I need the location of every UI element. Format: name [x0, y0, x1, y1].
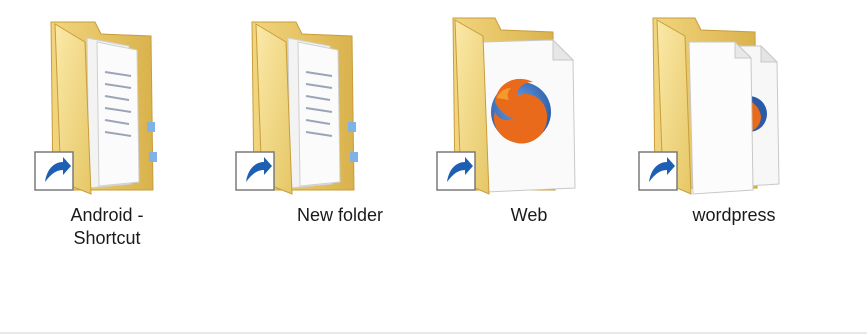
- folder-item-android[interactable]: Android - Shortcut: [25, 12, 215, 262]
- item-label[interactable]: Android - Shortcut: [12, 204, 202, 250]
- folder-pages-shortcut-icon: [638, 17, 780, 195]
- folder-documents-shortcut-icon: [34, 21, 157, 195]
- item-label[interactable]: New folder: [245, 204, 435, 227]
- folder-documents-shortcut-icon: [235, 21, 358, 195]
- file-list-pane: Android - Shortcut New folder Web wordpr…: [0, 0, 867, 334]
- folder-item-web[interactable]: Web: [425, 12, 615, 262]
- item-label[interactable]: wordpress: [639, 204, 829, 227]
- folder-item-new-folder[interactable]: New folder: [226, 12, 416, 262]
- item-label[interactable]: Web: [434, 204, 624, 227]
- shortcut-arrow-icon: [34, 151, 74, 191]
- shortcut-arrow-icon: [638, 151, 678, 191]
- shortcut-arrow-icon: [436, 151, 476, 191]
- folder-item-wordpress[interactable]: wordpress: [627, 12, 817, 262]
- folder-firefox-shortcut-icon: [436, 17, 576, 195]
- shortcut-arrow-icon: [235, 151, 275, 191]
